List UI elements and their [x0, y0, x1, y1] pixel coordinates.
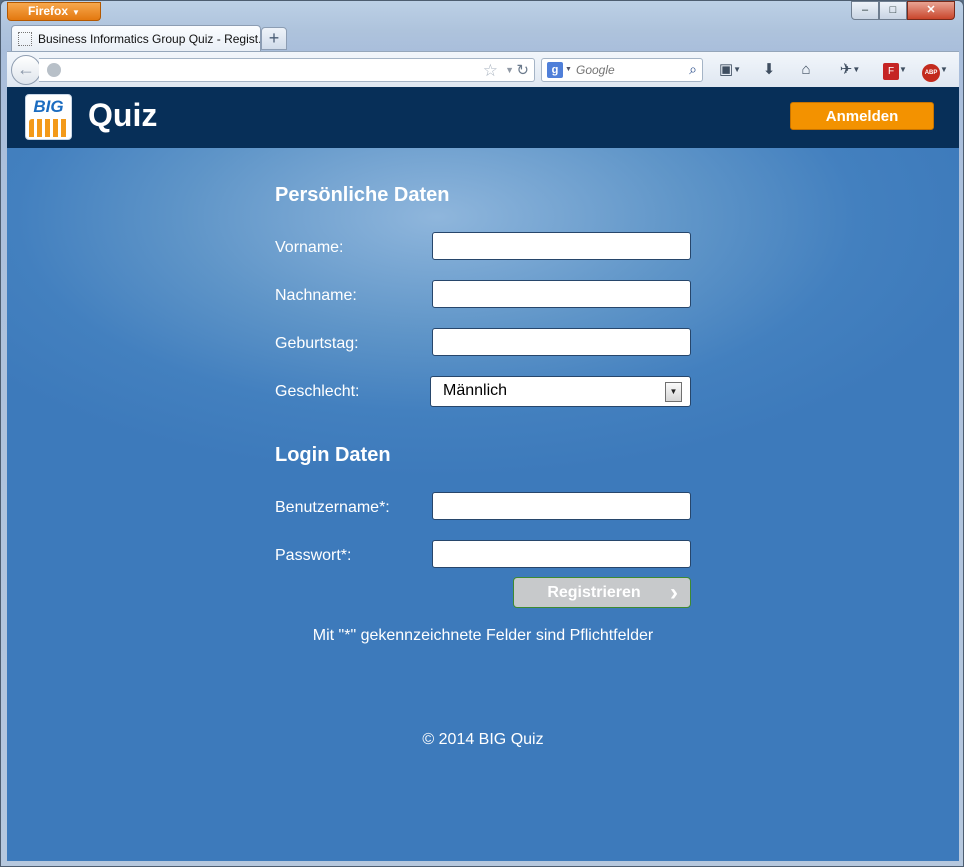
- gender-selected-value: Männlich: [443, 382, 508, 399]
- reload-icon[interactable]: ↻: [516, 61, 529, 79]
- page-icon: [18, 31, 32, 46]
- download-icon[interactable]: ⬇: [759, 60, 779, 80]
- personal-data-heading: Persönliche Daten: [275, 184, 450, 206]
- tab-title: Business Informatics Group Quiz - Regist…: [38, 31, 260, 46]
- bookmark-star-icon[interactable]: ☆: [483, 61, 498, 81]
- gender-select[interactable]: Männlich ▼: [430, 376, 691, 407]
- globe-icon: [47, 63, 61, 77]
- lastname-label: Nachname:: [275, 287, 357, 304]
- flash-addon-icon[interactable]: F ▼: [879, 60, 911, 80]
- back-arrow-icon[interactable]: ←: [11, 55, 41, 85]
- login-button[interactable]: Anmelden: [790, 102, 934, 130]
- search-input[interactable]: [576, 62, 680, 78]
- username-field[interactable]: [432, 492, 691, 520]
- minimize-button[interactable]: –: [851, 1, 879, 20]
- browser-window: Firefox ▼ – □ ✕ Business Informatics Grou…: [0, 0, 964, 867]
- password-field[interactable]: [432, 540, 691, 568]
- addon-icon[interactable]: ✈▼: [833, 60, 867, 80]
- register-label: Registrieren: [547, 584, 641, 601]
- password-label: Passwort*:: [275, 547, 352, 564]
- required-fields-note: Mit "*" gekennzeichnete Felder sind Pfli…: [312, 627, 654, 644]
- new-tab-button[interactable]: +: [261, 27, 287, 50]
- adblock-icon[interactable]: ABP ▼: [919, 60, 951, 82]
- birthday-label: Geburtstag:: [275, 335, 359, 352]
- register-button[interactable]: Registrieren ›: [513, 577, 691, 608]
- birthday-field[interactable]: [432, 328, 691, 356]
- window-controls: – □ ✕: [851, 1, 955, 21]
- logo-figures: [29, 119, 69, 137]
- site-header: BIG Quiz Anmelden: [7, 87, 959, 148]
- title-bar: Firefox ▼ – □ ✕: [1, 1, 963, 25]
- chevron-right-icon: ›: [670, 579, 678, 606]
- url-bar[interactable]: ☆ ▼ ↻: [39, 58, 535, 82]
- firstname-field[interactable]: [432, 232, 691, 260]
- site-title: Quiz: [88, 97, 158, 133]
- login-data-heading: Login Daten: [275, 444, 391, 466]
- history-dropdown-icon[interactable]: ▼: [505, 65, 514, 75]
- gender-label: Geschlecht:: [275, 383, 360, 400]
- big-logo[interactable]: BIG: [25, 94, 72, 140]
- navigation-bar: ← ☆ ▼ ↻ g ▼ ⌕ ▣▼ ⬇ ⌂ ✈▼ F▼ ABP▼: [7, 51, 959, 87]
- logo-text: BIG: [33, 97, 64, 116]
- search-box[interactable]: g ▼ ⌕: [541, 58, 703, 82]
- google-icon[interactable]: g: [547, 62, 563, 78]
- search-engine-dropdown-icon[interactable]: ▼: [565, 66, 572, 73]
- page-viewport: BIG Quiz Anmelden Persönliche Daten Vorn…: [7, 87, 959, 861]
- close-button[interactable]: ✕: [907, 1, 955, 20]
- home-icon[interactable]: ⌂: [795, 60, 817, 80]
- firefox-menu-button[interactable]: Firefox ▼: [7, 2, 101, 21]
- search-icon[interactable]: ⌕: [689, 61, 697, 78]
- lastname-field[interactable]: [432, 280, 691, 308]
- firstname-label: Vorname:: [275, 239, 344, 256]
- chevron-down-icon: ▼: [72, 8, 80, 17]
- chevron-down-icon[interactable]: ▼: [665, 382, 682, 402]
- tab-quiz[interactable]: Business Informatics Group Quiz - Regist…: [11, 25, 261, 51]
- tab-strip: Business Informatics Group Quiz - Regist…: [9, 25, 957, 51]
- bookmarks-menu-icon[interactable]: ▣▼: [715, 60, 745, 80]
- firefox-menu-label: Firefox: [28, 4, 69, 18]
- footer-copyright: © 2014 BIG Quiz: [422, 731, 544, 748]
- username-label: Benutzername*:: [275, 499, 390, 516]
- maximize-button[interactable]: □: [879, 1, 907, 20]
